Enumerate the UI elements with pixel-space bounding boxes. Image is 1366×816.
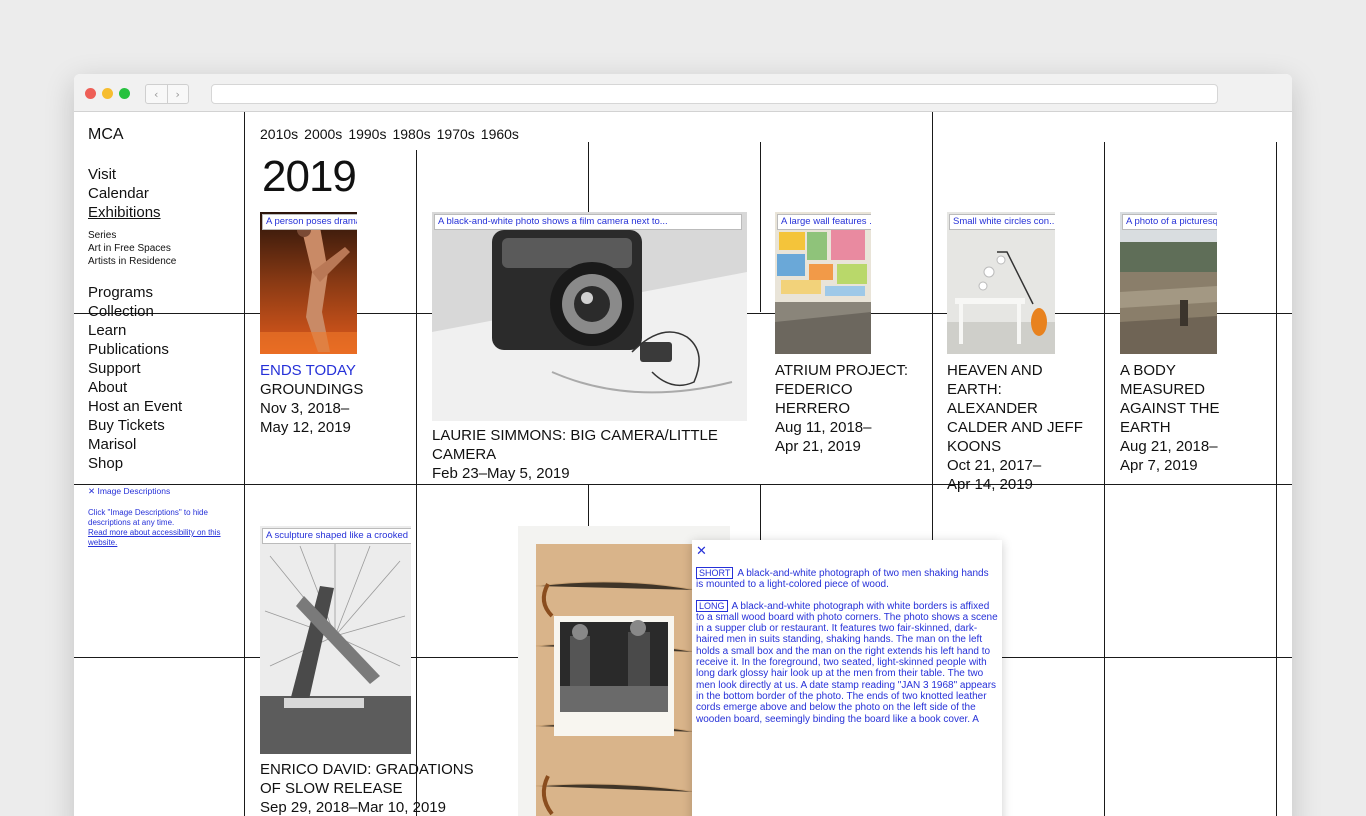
exhibition-caption: ATRIUM PROJECT: FEDERICO HERRERO Aug 11,… <box>775 361 925 456</box>
image-alt-chip[interactable]: A person poses dramat... <box>262 214 357 230</box>
ends-today-label: ENDS TODAY <box>260 362 356 379</box>
grid-line <box>1276 142 1277 816</box>
exhibition-title: GROUNDINGS <box>260 381 364 398</box>
exhibition-dates: Feb 23–May 5, 2019 <box>432 465 570 482</box>
decade-1980s[interactable]: 1980s <box>392 126 430 142</box>
exhibitions-subnav: Series Art in Free Spaces Artists in Res… <box>88 229 176 268</box>
image-descriptions-toggle[interactable]: ✕ Image Descriptions <box>88 486 170 497</box>
exhibition-caption: A BODY MEASURED AGAINST THE EARTH Aug 21… <box>1120 361 1270 475</box>
exhibition-image[interactable]: A person poses dramat... <box>260 212 357 354</box>
long-tag: LONG <box>696 599 728 612</box>
exhibition-title: EARTH: <box>947 381 1002 398</box>
exhibition-caption: HEAVEN AND EARTH: ALEXANDER CALDER AND J… <box>947 361 1097 494</box>
grid-line <box>416 150 417 816</box>
decade-1990s[interactable]: 1990s <box>348 126 386 142</box>
secondary-nav: Programs Collection Learn Publications S… <box>88 283 182 473</box>
image-alt-chip[interactable]: A sculpture shaped like a crooked lette.… <box>262 528 411 544</box>
exhibition-title: A BODY <box>1120 362 1176 379</box>
exhibition-title: LAURIE SIMMONS: BIG CAMERA/LITTLE <box>432 427 718 444</box>
short-tag: SHORT <box>696 567 734 579</box>
exhibition-title: EARTH <box>1120 419 1171 436</box>
image-descriptions-help-text: Click "Image Descriptions" to hide descr… <box>88 508 208 527</box>
exhibition-dates: May 12, 2019 <box>260 419 351 436</box>
decade-2000s[interactable]: 2000s <box>304 126 342 142</box>
exhibition-dates: Apr 7, 2019 <box>1120 457 1198 474</box>
nav-about[interactable]: About <box>88 378 182 397</box>
exhibition-caption: LAURIE SIMMONS: BIG CAMERA/LITTLE CAMERA… <box>432 426 752 483</box>
site-logo[interactable]: MCA <box>88 126 124 144</box>
minimize-window-button[interactable] <box>102 88 113 99</box>
short-description: SHORT A black-and-white photograph of two… <box>696 567 998 591</box>
exhibition-dates: Apr 14, 2019 <box>947 476 1033 493</box>
decade-filter: 2010s 2000s 1990s 1980s 1970s 1960s <box>260 126 519 142</box>
nav-host-an-event[interactable]: Host an Event <box>88 397 182 416</box>
forward-icon[interactable]: › <box>166 85 189 103</box>
exhibition-image[interactable]: A black-and-white photo shows a film cam… <box>432 212 747 421</box>
exhibition-title: KOONS <box>947 438 1002 455</box>
close-icon[interactable]: ✕ <box>696 544 998 558</box>
exhibition-image[interactable]: A photo of a picturesq... <box>1120 212 1217 354</box>
nav-marisol[interactable]: Marisol <box>88 435 182 454</box>
decade-2010s[interactable]: 2010s <box>260 126 298 142</box>
nav-programs[interactable]: Programs <box>88 283 182 302</box>
grid-line <box>760 142 761 312</box>
subnav-artists-in-residence[interactable]: Artists in Residence <box>88 255 176 268</box>
exhibition-image[interactable]: A sculpture shaped like a crooked lette.… <box>260 526 411 754</box>
image-alt-chip[interactable]: Small white circles con... <box>949 214 1055 230</box>
nav-calendar[interactable]: Calendar <box>88 184 161 203</box>
exhibition-title: ATRIUM PROJECT: <box>775 362 909 379</box>
grid-line <box>74 484 1292 485</box>
short-description-text: A black-and-white photograph of two men … <box>696 568 989 591</box>
nav-publications[interactable]: Publications <box>88 340 182 359</box>
grid-line <box>588 484 589 528</box>
decade-1960s[interactable]: 1960s <box>481 126 519 142</box>
image-alt-chip[interactable]: A large wall features ... <box>777 214 871 230</box>
browser-titlebar: ‹ › <box>74 74 1292 112</box>
nav-support[interactable]: Support <box>88 359 182 378</box>
image-descriptions-help: Click "Image Descriptions" to hide descr… <box>88 508 233 548</box>
exhibition-title: ALEXANDER <box>947 400 1038 417</box>
accessibility-link[interactable]: Read more about accessibility on this we… <box>88 528 233 548</box>
back-icon[interactable]: ‹ <box>146 85 167 103</box>
exhibition-image[interactable]: Small white circles con... <box>947 212 1055 354</box>
nav-exhibitions[interactable]: Exhibitions <box>88 203 161 222</box>
exhibition-dates: Oct 21, 2017– <box>947 457 1042 474</box>
close-window-button[interactable] <box>85 88 96 99</box>
long-description-text: A black-and-white photograph with white … <box>696 600 998 725</box>
image-alt-chip[interactable]: A black-and-white photo shows a film cam… <box>434 214 742 230</box>
long-description: LONG A black-and-white photograph with wh… <box>696 599 998 725</box>
image-alt-chip[interactable]: A photo of a picturesq... <box>1122 214 1217 230</box>
grid-line <box>1104 142 1105 816</box>
grid-line <box>244 112 245 816</box>
maximize-window-button[interactable] <box>119 88 130 99</box>
subnav-series[interactable]: Series <box>88 229 176 242</box>
exhibition-caption: ENDS TODAY GROUNDINGS Nov 3, 2018– May 1… <box>260 361 410 437</box>
subnav-art-in-free-spaces[interactable]: Art in Free Spaces <box>88 242 176 255</box>
exhibition-title: CAMERA <box>432 446 497 463</box>
exhibition-dates: Nov 3, 2018– <box>260 400 350 417</box>
year-heading: 2019 <box>262 152 357 201</box>
image-description-panel: ✕ SHORT A black-and-white photograph of t… <box>692 540 1002 816</box>
exhibition-dates: Aug 21, 2018– <box>1120 438 1218 455</box>
exhibition-dates: Aug 11, 2018– <box>775 419 872 436</box>
primary-nav: Visit Calendar Exhibitions <box>88 165 161 222</box>
history-buttons: ‹ › <box>145 84 189 104</box>
exhibition-title: MEASURED <box>1120 381 1206 398</box>
browser-window: ‹ › MCA Visit Calendar Exhibitions Serie… <box>74 74 1292 816</box>
exhibition-dates: Apr 21, 2019 <box>775 438 861 455</box>
exhibition-image[interactable]: A large wall features ... <box>775 212 871 354</box>
nav-learn[interactable]: Learn <box>88 321 182 340</box>
exhibition-title: AGAINST THE <box>1120 400 1220 417</box>
exhibition-title: HEAVEN AND <box>947 362 1043 379</box>
exhibition-title: CALDER AND JEFF <box>947 419 1083 436</box>
nav-collection[interactable]: Collection <box>88 302 182 321</box>
exhibition-title: FEDERICO <box>775 381 853 398</box>
nav-buy-tickets[interactable]: Buy Tickets <box>88 416 182 435</box>
page-content: MCA Visit Calendar Exhibitions Series Ar… <box>74 112 1292 816</box>
nav-visit[interactable]: Visit <box>88 165 161 184</box>
exhibition-title: HERRERO <box>775 400 851 417</box>
decade-1970s[interactable]: 1970s <box>437 126 475 142</box>
nav-shop[interactable]: Shop <box>88 454 182 473</box>
address-bar[interactable] <box>211 84 1218 104</box>
